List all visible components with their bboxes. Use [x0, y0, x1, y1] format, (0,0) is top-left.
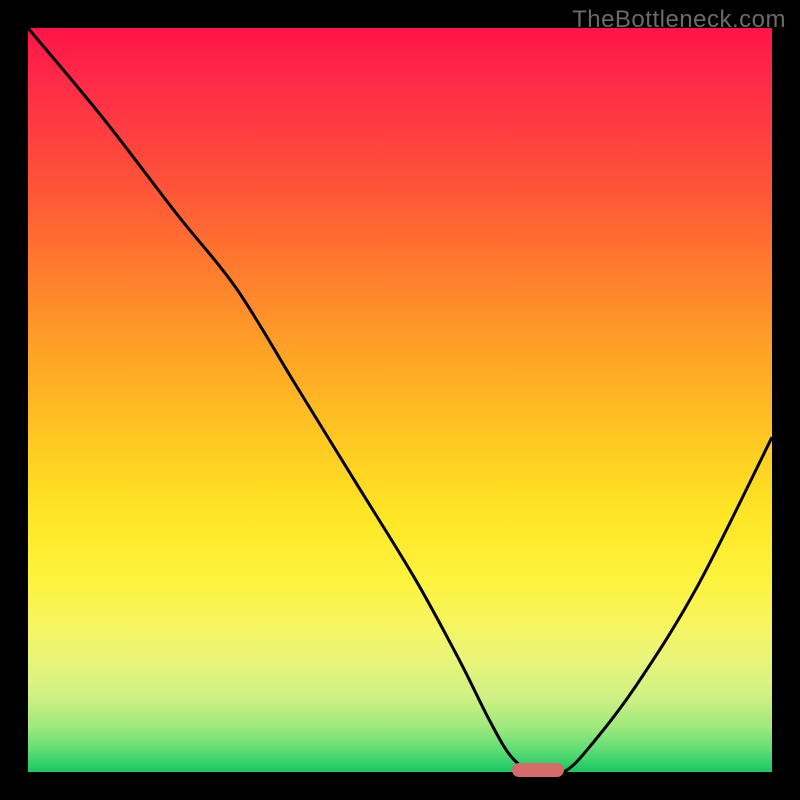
optimal-marker [512, 763, 564, 777]
chart-frame: TheBottleneck.com [0, 0, 800, 800]
plot-area [28, 28, 772, 772]
curve-layer [28, 28, 772, 772]
bottleneck-curve [28, 28, 772, 772]
